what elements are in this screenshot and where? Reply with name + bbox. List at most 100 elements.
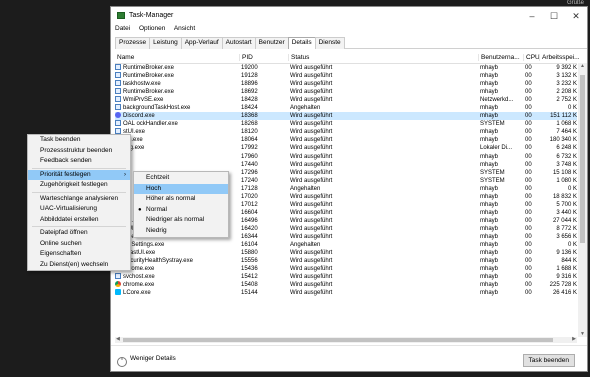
cell-status: Wird ausgeführt: [290, 225, 333, 232]
tab-details[interactable]: Details: [287, 37, 316, 49]
table-row[interactable]: emSettings.exe 16104 Angehalten mhayb 00 0 K: [115, 241, 577, 249]
menu-item-echtzeit[interactable]: Echtzeit: [134, 173, 228, 184]
table-row[interactable]: LCore.exe 15144 Wird ausgeführt mhayb 00 26 4…: [115, 289, 577, 297]
cell-pid: 16604: [241, 209, 258, 216]
table-row[interactable]: AvastUI.exe 15880 Wird ausgeführt mhayb 00 9 …: [115, 249, 577, 257]
tab-prozesse[interactable]: Prozesse: [115, 37, 151, 49]
table-row[interactable]: pdg.exe 17992 Wird ausgeführt Lokaler Di...…: [115, 144, 577, 152]
cell-mem: 26 416 K: [552, 290, 577, 297]
tab-bar: Prozesse Leistung App-Verlauf Autostart Benu…: [115, 37, 587, 49]
table-row[interactable]: WmiPrvSE.exe 18428 Wird ausgeführt Netzwerk…: [115, 96, 577, 104]
table-row[interactable]: OAL ockHandler.exe 18268 Wird ausgeführt SY…: [115, 120, 577, 128]
column-pid[interactable]: PID: [239, 54, 253, 61]
scroll-up-icon[interactable]: ▲: [580, 63, 585, 69]
menu-ansicht[interactable]: Ansicht: [174, 25, 195, 32]
cell-user: mhayb: [480, 137, 499, 144]
cell-pid: 15144: [241, 290, 258, 297]
menu-item-abbilddatei-erstellen[interactable]: Abbilddatei erstellen: [28, 215, 130, 226]
cell-mem: 18 832 K: [552, 193, 577, 200]
table-row[interactable]: RuntimeBroker.exe 19200 Wird ausgeführt mha…: [115, 64, 577, 72]
menu-item-niedriger-als-normal[interactable]: Niedriger als normal: [134, 215, 228, 226]
tab-app-verlauf[interactable]: App-Verlauf: [180, 37, 223, 49]
column-status[interactable]: Status: [288, 54, 309, 61]
column-user[interactable]: Benutzerna...: [478, 54, 520, 61]
hscroll-thumb[interactable]: [123, 338, 553, 342]
fewer-details-link[interactable]: ⌃ Weniger Details: [117, 355, 176, 367]
table-row[interactable]: Discord.exe 18368 Wird ausgeführt mhayb 00 15…: [115, 112, 577, 121]
menu-item-online-suchen[interactable]: Online suchen: [28, 239, 130, 250]
menu-item-prozessstruktur-beenden[interactable]: Prozessstruktur beenden: [28, 146, 130, 157]
cell-pid: 17240: [241, 177, 258, 184]
scroll-thumb[interactable]: [580, 75, 585, 243]
table-row[interactable]: chrome.exe 15408 Wird ausgeführt mhayb 00 225…: [115, 281, 577, 289]
table-row[interactable]: 17960 Wird ausgeführt mhayb 00 6 732 K: [115, 152, 577, 161]
tab-autostart[interactable]: Autostart: [221, 37, 256, 49]
horizontal-scrollbar[interactable]: ◀ ▶: [115, 336, 577, 343]
cell-mem: 9 392 K: [556, 65, 577, 71]
cell-mem: 0 K: [567, 185, 577, 192]
column-header: Name PID Status Benutzerna... CPU Arbeit…: [115, 53, 580, 64]
process-name: SecurityHealthSystray.exe: [123, 258, 193, 265]
table-row[interactable]: me.exe 18064 Wird ausgeführt mhayb 00 180 340…: [115, 136, 577, 144]
tab-dienste[interactable]: Dienste: [314, 37, 345, 49]
tab-leistung[interactable]: Leistung: [149, 37, 182, 49]
menu-item-priorit-t-festlegen[interactable]: Priorität festlegen ›: [28, 169, 130, 180]
scroll-right-icon[interactable]: ▶: [572, 336, 576, 342]
table-row[interactable]: svchost.exe 15412 Wird ausgeführt mhayb 00 9 …: [115, 273, 577, 281]
menu-item-label: Echtzeit: [146, 174, 170, 181]
column-name[interactable]: Name: [117, 54, 134, 61]
process-name: OAL ockHandler.exe: [123, 121, 178, 128]
menu-item-zugeh-rigkeit-festlegen[interactable]: Zugehörigkeit festlegen: [28, 180, 130, 191]
cell-name: LCore.exe: [115, 289, 235, 297]
menu-item-dateipfad-ffnen[interactable]: Dateipfad öffnen: [28, 228, 130, 239]
menu-item-warteschlange-analysieren[interactable]: Warteschlange analysieren: [28, 194, 130, 205]
table-row[interactable]: SecurityHealthSystray.exe 15556 Wird ausge…: [115, 257, 577, 265]
table-row[interactable]: taskhostw.exe 18896 Wird ausgeführt mhayb 00…: [115, 80, 577, 88]
menu-optionen[interactable]: Optionen: [139, 25, 165, 32]
menu-item-niedrig[interactable]: Niedrig: [134, 226, 228, 237]
menu-item-normal[interactable]: ● Normal: [134, 205, 228, 216]
menu-item-label: Feedback senden: [40, 157, 92, 164]
cell-mem: 3 232 K: [556, 81, 577, 88]
menu-item-feedback-senden[interactable]: Feedback senden: [28, 156, 130, 167]
scroll-down-icon[interactable]: ▼: [580, 331, 585, 337]
menu-item-h-her-als-normal[interactable]: Höher als normal: [134, 194, 228, 205]
cell-user: mhayb: [480, 274, 499, 281]
process-name: LCore.exe: [123, 290, 151, 297]
table-row[interactable]: RuntimeBroker.exe 18692 Wird ausgeführt mha…: [115, 88, 577, 96]
cell-mem: 6 732 K: [556, 153, 577, 160]
maximize-button[interactable]: ☐: [545, 11, 563, 22]
scroll-left-icon[interactable]: ◀: [116, 336, 120, 342]
cell-pid: 17020: [241, 193, 258, 200]
title-bar: Task-Manager – ☐ ✕: [111, 7, 587, 25]
end-task-button[interactable]: Task beenden: [522, 354, 575, 367]
menu-item-task-beenden[interactable]: Task beenden: [28, 135, 130, 146]
cell-user: mhayb: [480, 250, 499, 257]
cell-user: mhayb: [480, 201, 499, 208]
column-memory[interactable]: Arbeitsspei...: [539, 54, 580, 61]
cell-name: chrome.exe: [115, 281, 235, 289]
menu-datei[interactable]: Datei: [115, 25, 130, 32]
table-row[interactable]: stUI.exe 18120 Wird ausgeführt mhayb 00 7 464…: [115, 128, 577, 136]
close-button[interactable]: ✕: [567, 11, 585, 22]
minimize-button[interactable]: –: [523, 11, 541, 21]
menu-item-zu-dienst-en-wechseln[interactable]: Zu Dienst(en) wechseln: [28, 260, 130, 271]
table-row[interactable]: RuntimeBroker.exe 19128 Wird ausgeführt mha…: [115, 72, 577, 80]
table-row[interactable]: backgroundTaskHost.exe 18424 Angehalten mha…: [115, 104, 577, 112]
process-name: chrome.exe: [123, 282, 155, 289]
cell-name: svchost.exe: [115, 273, 235, 281]
cell-status: Wird ausgeführt: [290, 274, 333, 281]
cell-status: Wird ausgeführt: [290, 177, 333, 184]
menu-item-hoch[interactable]: Hoch: [134, 183, 228, 194]
cell-pid: 17128: [241, 185, 258, 192]
cell-status: Wird ausgeführt: [290, 282, 333, 289]
table-row[interactable]: chrome.exe 15436 Wird ausgeführt mhayb 00 1 6…: [115, 265, 577, 273]
tab-benutzer[interactable]: Benutzer: [254, 37, 289, 49]
table-row[interactable]: 17440 Wird ausgeführt mhayb 00 3 748 K: [115, 160, 577, 169]
menu-item-label: Normal: [146, 205, 167, 213]
vertical-scrollbar[interactable]: ▲ ▼: [578, 63, 587, 337]
menu-item-uac-virtualisierung[interactable]: UAC-Virtualisierung: [28, 204, 130, 215]
column-cpu[interactable]: CPU: [523, 54, 540, 61]
menu-item-eigenschaften[interactable]: Eigenschaften: [28, 249, 130, 260]
cell-status: Wird ausgeführt: [290, 73, 333, 80]
